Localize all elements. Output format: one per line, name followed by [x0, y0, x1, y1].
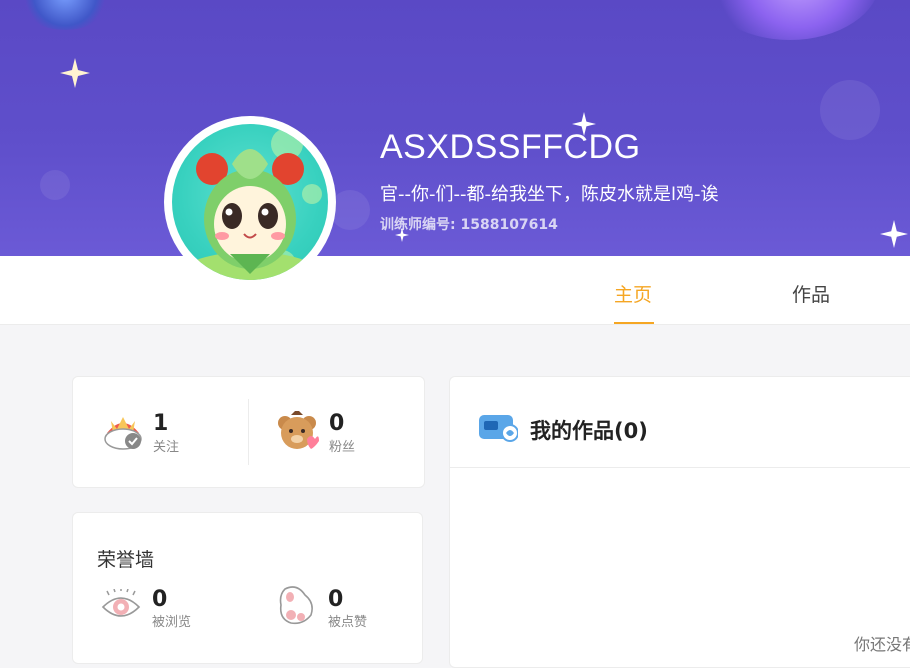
my-works-card: 我的作品(0) 你还没有 [449, 376, 910, 668]
fans-icon [275, 409, 321, 455]
fans-label: 粉丝 [329, 440, 356, 455]
following-icon [101, 411, 145, 455]
views-label: 被浏览 [152, 615, 192, 630]
following-stat[interactable]: 1 关注 [73, 377, 248, 487]
honor-wall-card: 荣誉墙 0 被浏览 0 被点赞 [72, 512, 423, 664]
likes-count: 0 [328, 587, 344, 612]
profile-tabbar: 主页 作品 [0, 256, 910, 325]
fans-count: 0 [329, 411, 345, 436]
likes-stat: 0 被点赞 [249, 583, 424, 643]
following-count: 1 [153, 411, 169, 436]
following-label: 关注 [153, 440, 180, 455]
profile-bio: 官--你-们--都-给我坐下，陈皮水就是l鸡-诶 [380, 184, 719, 205]
planet-glow-decoration [700, 0, 880, 40]
bubble-decoration [40, 170, 70, 200]
bubble-decoration [820, 80, 880, 140]
eye-icon [99, 588, 143, 629]
works-divider [450, 467, 910, 468]
trainer-id: 训练师编号: 1588107614 [380, 214, 558, 234]
views-stat: 0 被浏览 [73, 583, 248, 643]
profile-banner: ASXDSSFFCDG 官--你-们--都-给我坐下，陈皮水就是l鸡-诶 训练师… [0, 0, 910, 256]
tab-works[interactable]: 作品 [792, 280, 830, 307]
active-tab-indicator [614, 322, 654, 324]
sparkle-icon [60, 58, 90, 88]
trainer-id-label: 训练师编号: [380, 217, 456, 233]
avatar[interactable] [164, 116, 336, 288]
paw-icon [275, 585, 319, 631]
tab-home[interactable]: 主页 [614, 280, 652, 307]
works-icon [478, 411, 519, 447]
trainer-id-value: 1588107614 [460, 217, 558, 233]
sparkle-icon [880, 220, 908, 248]
honor-wall-title: 荣誉墙 [97, 549, 155, 571]
avatar-image [172, 124, 328, 280]
works-empty-text: 你还没有 [854, 635, 910, 654]
likes-label: 被点赞 [328, 615, 368, 630]
fans-stat[interactable]: 0 粉丝 [249, 377, 424, 487]
bubble-decoration [330, 190, 370, 230]
profile-name: ASXDSSFFCDG [380, 128, 641, 166]
follow-stats-card: 1 关注 0 粉丝 [72, 376, 425, 488]
views-count: 0 [152, 587, 168, 612]
my-works-title: 我的作品(0) [530, 419, 648, 443]
planet-decoration [20, 0, 110, 30]
